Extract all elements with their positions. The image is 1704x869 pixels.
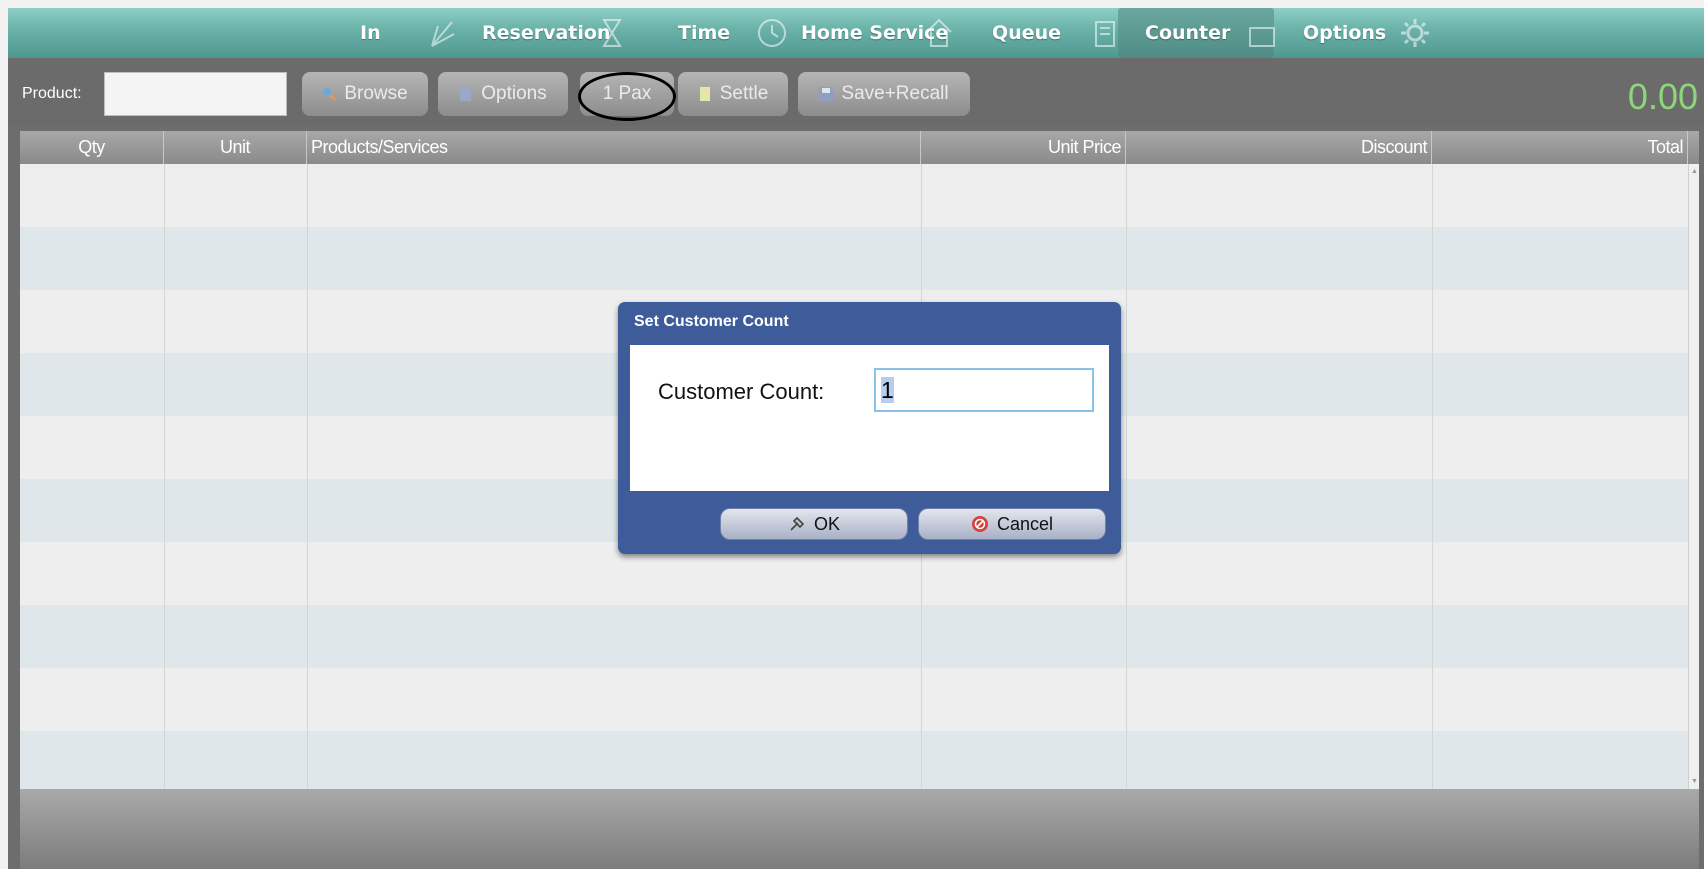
tab-home-service[interactable]: Home Service xyxy=(801,8,952,58)
gear-icon xyxy=(1401,19,1429,47)
total-amount: 0.00 xyxy=(1627,76,1698,117)
dialog-title: Set Customer Count xyxy=(634,313,789,330)
column-divider xyxy=(164,164,165,789)
wrench-icon xyxy=(790,516,805,531)
pax-highlight-annotation xyxy=(578,72,676,121)
product-label: Product: xyxy=(22,85,82,102)
save-recall-label: Save+Recall xyxy=(841,83,949,104)
column-divider xyxy=(1126,164,1127,789)
footer-panel xyxy=(20,789,1699,869)
customer-count-label: Customer Count: xyxy=(658,379,825,404)
counter-icon xyxy=(1249,27,1275,47)
table-row[interactable] xyxy=(20,227,1688,290)
tab-label: In xyxy=(360,22,381,44)
tab-in[interactable]: In xyxy=(360,8,381,58)
top-navigation: In Reservation Time Home Service Queue C… xyxy=(8,8,1704,58)
tab-queue[interactable]: Queue xyxy=(992,8,1115,58)
settle-label: Settle xyxy=(719,83,769,104)
settle-button[interactable]: Settle xyxy=(678,72,788,116)
customer-count-input[interactable]: 1 xyxy=(874,368,1094,412)
dialog-body: Customer Count: 1 xyxy=(630,345,1109,491)
column-header-unit-price[interactable]: Unit Price xyxy=(921,131,1126,164)
cancel-icon xyxy=(971,516,988,532)
table-row[interactable] xyxy=(20,668,1688,731)
ok-button[interactable]: OK xyxy=(720,508,908,540)
tab-label: Queue xyxy=(992,22,1061,44)
house-icon xyxy=(926,18,952,47)
tab-reservation[interactable]: Reservation xyxy=(428,8,622,58)
ok-label: OK xyxy=(813,513,840,534)
browse-label: Browse xyxy=(344,83,408,104)
table-row[interactable] xyxy=(20,731,1688,789)
column-header-products[interactable]: Products/Services xyxy=(307,131,921,164)
options-label: Options xyxy=(481,83,547,104)
toolbar: Product: Browse Options 1 Pax Settle Sav… xyxy=(8,58,1704,126)
checkin-icon xyxy=(431,21,455,47)
tab-time[interactable]: Time xyxy=(678,8,786,58)
tab-options[interactable]: Options xyxy=(1303,8,1429,58)
tab-label: Reservation xyxy=(482,22,611,44)
save-icon xyxy=(819,87,834,101)
column-header-unit[interactable]: Unit xyxy=(164,131,307,164)
tab-counter[interactable]: Counter xyxy=(1118,8,1275,58)
tab-label: Options xyxy=(1303,22,1387,44)
table-row[interactable] xyxy=(20,605,1688,668)
save-recall-button[interactable]: Save+Recall xyxy=(798,72,970,116)
search-icon xyxy=(323,88,337,101)
clock-icon xyxy=(758,19,786,47)
receipt-icon xyxy=(699,87,710,101)
options-button[interactable]: Options xyxy=(438,72,568,116)
hourglass-icon xyxy=(602,19,622,47)
tab-label: Time xyxy=(678,22,731,44)
tab-label: Counter xyxy=(1145,22,1231,44)
scroll-down-icon[interactable]: ▼ xyxy=(1691,778,1698,785)
column-divider xyxy=(307,164,308,789)
cancel-button[interactable]: Cancel xyxy=(918,508,1106,540)
table-row[interactable] xyxy=(20,164,1688,227)
scroll-up-icon[interactable]: ▲ xyxy=(1691,168,1698,175)
cancel-label: Cancel xyxy=(996,513,1054,534)
column-header-qty[interactable]: Qty xyxy=(20,131,164,164)
grid-scrollbar[interactable]: ▲ ▼ xyxy=(1688,164,1699,789)
set-customer-count-dialog: Set Customer Count Customer Count: 1 OK … xyxy=(618,302,1121,554)
pos-app: In Reservation Time Home Service Queue C… xyxy=(8,8,1704,869)
product-input[interactable] xyxy=(104,72,287,116)
column-divider xyxy=(1432,164,1433,789)
customer-count-value: 1 xyxy=(881,377,894,403)
list-icon xyxy=(460,87,472,101)
browse-button[interactable]: Browse xyxy=(302,72,428,116)
column-header-total[interactable]: Total xyxy=(1432,131,1688,164)
column-header-discount[interactable]: Discount xyxy=(1126,131,1432,164)
grid-header: Qty Unit Products/Services Unit Price Di… xyxy=(20,131,1699,164)
